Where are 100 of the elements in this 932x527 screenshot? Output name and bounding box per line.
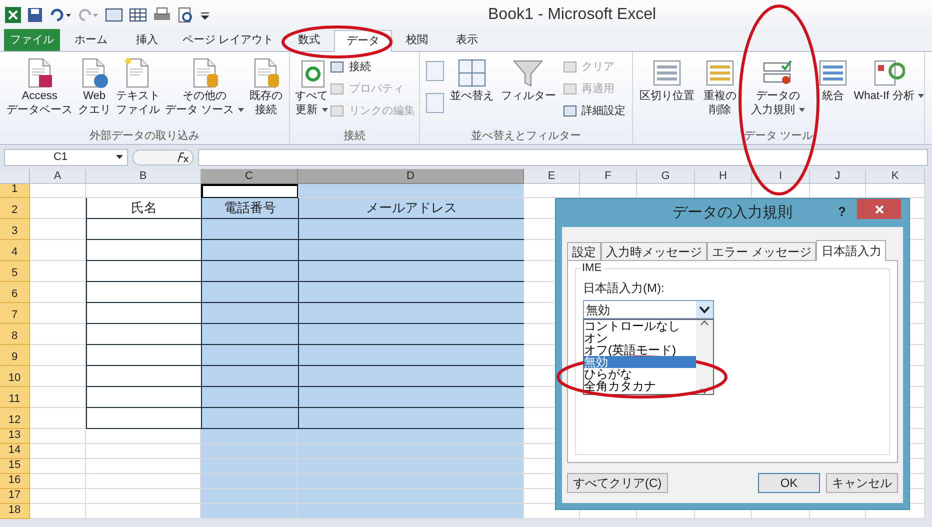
column-header[interactable]: J xyxy=(810,169,866,184)
dialog-button[interactable]: キャンセル xyxy=(826,473,898,493)
dialog-tab[interactable]: 設定 xyxy=(567,242,601,260)
ribbon-button[interactable]: すべて 更新 xyxy=(294,57,329,117)
table-cell: メールアドレス xyxy=(298,198,524,219)
column-header[interactable]: A xyxy=(30,169,86,184)
row-header[interactable]: 13 xyxy=(0,429,30,444)
row-header[interactable]: 18 xyxy=(0,504,30,519)
sheet-cell xyxy=(30,387,86,408)
sort-icon xyxy=(456,57,488,89)
grid-icon[interactable] xyxy=(129,7,147,23)
dialog-tab[interactable]: エラー メッセージ xyxy=(707,242,816,260)
form-icon[interactable] xyxy=(105,7,123,23)
dialog-tab[interactable]: 入力時メッセージ xyxy=(601,242,707,260)
row-header[interactable]: 1 xyxy=(0,184,30,198)
fx-function-icon[interactable] xyxy=(132,148,194,166)
properties-icon xyxy=(329,81,345,97)
column-header[interactable]: G xyxy=(637,169,695,184)
ribbon-button[interactable]: 統合 xyxy=(813,57,853,103)
funnel-clear-icon xyxy=(562,59,578,75)
list-option[interactable]: ひらがな xyxy=(584,368,696,380)
list-option[interactable]: コントロールなし xyxy=(584,320,696,332)
list-option[interactable]: 無効 xyxy=(584,356,696,368)
close-button[interactable] xyxy=(857,199,901,219)
chevron-down-icon xyxy=(700,388,709,394)
ribbon-button[interactable]: Web クエリ xyxy=(76,57,112,117)
undo-icon[interactable] xyxy=(49,7,71,23)
funnel-pencil-icon xyxy=(562,103,578,119)
file-tab[interactable]: ファイル xyxy=(4,29,60,51)
sheet-cell xyxy=(30,429,86,444)
ribbon-button[interactable]: その他の データ ソース xyxy=(164,57,246,117)
ribbon-tab[interactable]: ホーム xyxy=(60,29,122,51)
row-header[interactable]: 7 xyxy=(0,303,30,324)
ribbon-tab[interactable]: 挿入 xyxy=(122,29,172,51)
ribbon-button[interactable]: テキスト ファイル xyxy=(114,57,161,117)
ribbon-small-button[interactable]: 接続 xyxy=(329,57,415,77)
sheet-cell xyxy=(637,184,695,198)
sheet-cell xyxy=(30,444,86,459)
ribbon-button[interactable]: フィルター xyxy=(500,57,557,103)
save-icon[interactable] xyxy=(27,7,43,23)
row-header[interactable]: 5 xyxy=(0,261,30,282)
row-header[interactable]: 17 xyxy=(0,489,30,504)
column-header[interactable]: F xyxy=(580,169,637,184)
row-header[interactable]: 3 xyxy=(0,219,30,240)
list-option[interactable]: オン xyxy=(584,332,696,344)
dialog-tab[interactable]: 日本語入力 xyxy=(816,240,886,261)
group-label: 並べ替えとフィルター xyxy=(471,129,581,144)
column-header[interactable]: C xyxy=(201,169,298,184)
ribbon-small-button[interactable]: 詳細設定 xyxy=(562,101,626,121)
ribbon-button[interactable]: 既存の 接続 xyxy=(248,57,284,117)
ribbon-button[interactable]: 重複の 削除 xyxy=(697,57,743,117)
group-label: 接続 xyxy=(344,128,366,144)
row-header[interactable]: 10 xyxy=(0,366,30,387)
dialog-button[interactable]: OK xyxy=(758,473,820,493)
row-header[interactable]: 11 xyxy=(0,387,30,408)
printer-icon[interactable] xyxy=(153,7,171,23)
list-option[interactable]: 全角カタカナ xyxy=(584,380,696,392)
ribbon-tab[interactable]: 校閲 xyxy=(392,29,442,51)
sheet-cell xyxy=(30,459,86,474)
row-header[interactable]: 2 xyxy=(0,198,30,219)
ribbon-button[interactable]: 区切り位置 xyxy=(637,57,697,103)
chain-link-icon xyxy=(329,103,345,119)
row-header[interactable]: 14 xyxy=(0,444,30,459)
ribbon-button[interactable]: Access データベース xyxy=(6,57,74,117)
dialog-button[interactable]: すべてクリア(C) xyxy=(567,473,668,493)
ribbon-button[interactable]: データの 入力規則 xyxy=(743,57,813,117)
column-header[interactable]: K xyxy=(866,169,925,184)
ribbon-tab[interactable]: 数式 xyxy=(284,29,334,51)
sheet-cell xyxy=(30,324,86,345)
sheet-cell xyxy=(30,184,86,198)
table-cell: 氏名 xyxy=(86,198,201,219)
scrollbar[interactable] xyxy=(696,320,713,394)
sheet-cell xyxy=(810,184,866,198)
row-header[interactable]: 15 xyxy=(0,459,30,474)
sheet-cell xyxy=(30,474,86,489)
row-header[interactable]: 12 xyxy=(0,408,30,429)
sheet-cell xyxy=(30,366,86,387)
column-header[interactable]: D xyxy=(298,169,524,184)
sheet-cell xyxy=(580,184,637,198)
funnel-reapply-icon xyxy=(562,81,578,97)
ribbon-button[interactable]: What-If 分析 xyxy=(853,57,925,103)
name-box[interactable]: C1 xyxy=(4,148,128,166)
row-header[interactable]: 8 xyxy=(0,324,30,345)
print-preview-icon[interactable] xyxy=(177,7,195,23)
chevron-down-icon xyxy=(696,301,713,318)
ribbon-tab[interactable]: 表示 xyxy=(442,29,492,51)
ime-dropdown[interactable]: 無効 xyxy=(583,300,714,319)
sheet-cell xyxy=(30,303,86,324)
sheet-cell xyxy=(30,408,86,429)
ribbon-button[interactable]: 並べ替え xyxy=(449,57,496,103)
formula-input[interactable] xyxy=(198,148,928,166)
row-header[interactable]: 4 xyxy=(0,240,30,261)
ribbon-tab[interactable]: ページ レイアウト xyxy=(172,29,284,51)
row-header[interactable]: 6 xyxy=(0,282,30,303)
row-header[interactable]: 16 xyxy=(0,474,30,489)
row-header[interactable]: 9 xyxy=(0,345,30,366)
column-header[interactable]: E xyxy=(524,169,580,184)
column-header[interactable]: H xyxy=(695,169,752,184)
column-header[interactable]: B xyxy=(86,169,201,184)
help-button[interactable]: ? xyxy=(838,202,846,222)
